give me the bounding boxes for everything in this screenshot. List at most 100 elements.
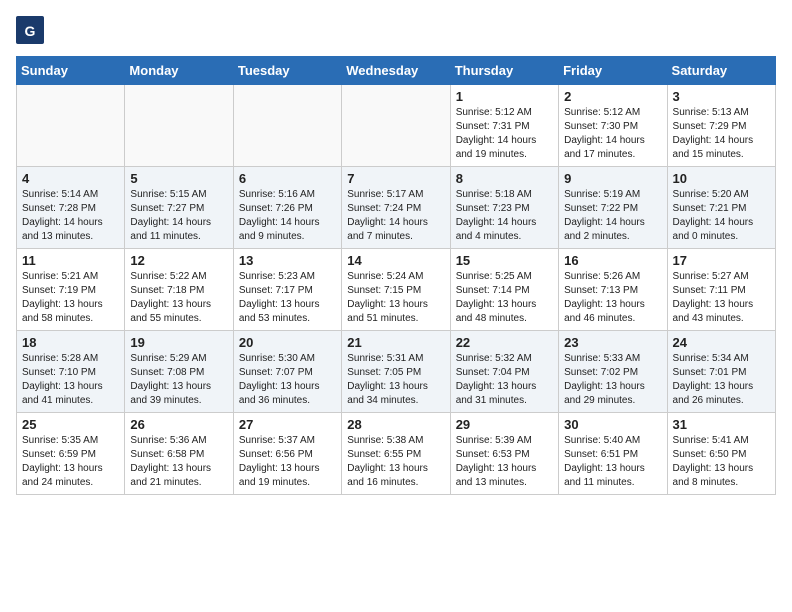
weekday-header-friday: Friday xyxy=(559,57,667,85)
day-number: 11 xyxy=(22,253,119,268)
calendar-cell xyxy=(125,85,233,167)
calendar-cell: 6 Sunrise: 5:16 AMSunset: 7:26 PMDaylight… xyxy=(233,167,341,249)
calendar-week-row: 11 Sunrise: 5:21 AMSunset: 7:19 PMDayligh… xyxy=(17,249,776,331)
day-number: 5 xyxy=(130,171,227,186)
calendar-cell: 14 Sunrise: 5:24 AMSunset: 7:15 PMDayligh… xyxy=(342,249,450,331)
calendar-cell: 26 Sunrise: 5:36 AMSunset: 6:58 PMDayligh… xyxy=(125,413,233,495)
day-number: 17 xyxy=(673,253,770,268)
day-info: Sunrise: 5:28 AMSunset: 7:10 PMDaylight:… xyxy=(22,352,119,408)
calendar-week-row: 4 Sunrise: 5:14 AMSunset: 7:28 PMDaylight… xyxy=(17,167,776,249)
day-info: Sunrise: 5:18 AMSunset: 7:23 PMDaylight:… xyxy=(456,188,553,244)
weekday-header-thursday: Thursday xyxy=(450,57,558,85)
day-info: Sunrise: 5:20 AMSunset: 7:21 PMDaylight:… xyxy=(673,188,770,244)
day-info: Sunrise: 5:19 AMSunset: 7:22 PMDaylight:… xyxy=(564,188,661,244)
calendar-cell: 1 Sunrise: 5:12 AMSunset: 7:31 PMDaylight… xyxy=(450,85,558,167)
day-info: Sunrise: 5:29 AMSunset: 7:08 PMDaylight:… xyxy=(130,352,227,408)
calendar-cell: 30Sunrise: 5:40 AMSunset: 6:51 PMDayligh… xyxy=(559,413,667,495)
day-info: Sunrise: 5:21 AMSunset: 7:19 PMDaylight:… xyxy=(22,270,119,326)
weekday-header-tuesday: Tuesday xyxy=(233,57,341,85)
day-info: Sunrise: 5:36 AMSunset: 6:58 PMDaylight:… xyxy=(130,434,227,490)
day-number: 9 xyxy=(564,171,661,186)
calendar-week-row: 18 Sunrise: 5:28 AMSunset: 7:10 PMDayligh… xyxy=(17,331,776,413)
day-info: Sunrise: 5:12 AMSunset: 7:31 PMDaylight:… xyxy=(456,106,553,162)
day-number: 1 xyxy=(456,89,553,104)
day-number: 30 xyxy=(564,417,661,432)
day-number: 18 xyxy=(22,335,119,350)
weekday-header-sunday: Sunday xyxy=(17,57,125,85)
logo: G xyxy=(16,16,46,44)
calendar-week-row: 1 Sunrise: 5:12 AMSunset: 7:31 PMDaylight… xyxy=(17,85,776,167)
calendar-cell: 25Sunrise: 5:35 AMSunset: 6:59 PMDayligh… xyxy=(17,413,125,495)
calendar-cell xyxy=(342,85,450,167)
day-number: 19 xyxy=(130,335,227,350)
calendar-cell: 2Sunrise: 5:12 AMSunset: 7:30 PMDaylight… xyxy=(559,85,667,167)
day-info: Sunrise: 5:13 AMSunset: 7:29 PMDaylight:… xyxy=(673,106,770,162)
calendar-cell: 3 Sunrise: 5:13 AMSunset: 7:29 PMDaylight… xyxy=(667,85,775,167)
day-number: 21 xyxy=(347,335,444,350)
svg-text:G: G xyxy=(25,23,36,39)
day-info: Sunrise: 5:31 AMSunset: 7:05 PMDaylight:… xyxy=(347,352,444,408)
day-info: Sunrise: 5:35 AMSunset: 6:59 PMDaylight:… xyxy=(22,434,119,490)
day-info: Sunrise: 5:17 AMSunset: 7:24 PMDaylight:… xyxy=(347,188,444,244)
day-info: Sunrise: 5:26 AMSunset: 7:13 PMDaylight:… xyxy=(564,270,661,326)
calendar-cell: 13Sunrise: 5:23 AMSunset: 7:17 PMDayligh… xyxy=(233,249,341,331)
calendar-table: SundayMondayTuesdayWednesdayThursdayFrid… xyxy=(16,56,776,495)
calendar-cell: 29 Sunrise: 5:39 AMSunset: 6:53 PMDayligh… xyxy=(450,413,558,495)
weekday-header-saturday: Saturday xyxy=(667,57,775,85)
day-number: 28 xyxy=(347,417,444,432)
calendar-cell: 24 Sunrise: 5:34 AMSunset: 7:01 PMDayligh… xyxy=(667,331,775,413)
day-info: Sunrise: 5:41 AMSunset: 6:50 PMDaylight:… xyxy=(673,434,770,490)
day-number: 10 xyxy=(673,171,770,186)
day-info: Sunrise: 5:38 AMSunset: 6:55 PMDaylight:… xyxy=(347,434,444,490)
calendar-cell: 19 Sunrise: 5:29 AMSunset: 7:08 PMDayligh… xyxy=(125,331,233,413)
day-number: 29 xyxy=(456,417,553,432)
day-number: 31 xyxy=(673,417,770,432)
day-number: 23 xyxy=(564,335,661,350)
calendar-cell: 28 Sunrise: 5:38 AMSunset: 6:55 PMDayligh… xyxy=(342,413,450,495)
day-number: 3 xyxy=(673,89,770,104)
day-info: Sunrise: 5:32 AMSunset: 7:04 PMDaylight:… xyxy=(456,352,553,408)
day-number: 16 xyxy=(564,253,661,268)
day-info: Sunrise: 5:23 AMSunset: 7:17 PMDaylight:… xyxy=(239,270,336,326)
day-info: Sunrise: 5:14 AMSunset: 7:28 PMDaylight:… xyxy=(22,188,119,244)
day-info: Sunrise: 5:33 AMSunset: 7:02 PMDaylight:… xyxy=(564,352,661,408)
weekday-header-wednesday: Wednesday xyxy=(342,57,450,85)
day-number: 26 xyxy=(130,417,227,432)
calendar-cell: 15Sunrise: 5:25 AMSunset: 7:14 PMDayligh… xyxy=(450,249,558,331)
day-info: Sunrise: 5:24 AMSunset: 7:15 PMDaylight:… xyxy=(347,270,444,326)
calendar-week-row: 25Sunrise: 5:35 AMSunset: 6:59 PMDayligh… xyxy=(17,413,776,495)
calendar-cell: 31 Sunrise: 5:41 AMSunset: 6:50 PMDayligh… xyxy=(667,413,775,495)
day-info: Sunrise: 5:37 AMSunset: 6:56 PMDaylight:… xyxy=(239,434,336,490)
calendar-cell: 12 Sunrise: 5:22 AMSunset: 7:18 PMDayligh… xyxy=(125,249,233,331)
calendar-header-row: SundayMondayTuesdayWednesdayThursdayFrid… xyxy=(17,57,776,85)
day-info: Sunrise: 5:22 AMSunset: 7:18 PMDaylight:… xyxy=(130,270,227,326)
calendar-cell: 18 Sunrise: 5:28 AMSunset: 7:10 PMDayligh… xyxy=(17,331,125,413)
day-number: 27 xyxy=(239,417,336,432)
weekday-header-monday: Monday xyxy=(125,57,233,85)
day-info: Sunrise: 5:16 AMSunset: 7:26 PMDaylight:… xyxy=(239,188,336,244)
day-number: 24 xyxy=(673,335,770,350)
day-number: 12 xyxy=(130,253,227,268)
calendar-cell: 20Sunrise: 5:30 AMSunset: 7:07 PMDayligh… xyxy=(233,331,341,413)
day-number: 8 xyxy=(456,171,553,186)
calendar-cell xyxy=(17,85,125,167)
calendar-cell: 9 Sunrise: 5:19 AMSunset: 7:22 PMDaylight… xyxy=(559,167,667,249)
day-number: 22 xyxy=(456,335,553,350)
day-number: 4 xyxy=(22,171,119,186)
calendar-cell: 17Sunrise: 5:27 AMSunset: 7:11 PMDayligh… xyxy=(667,249,775,331)
calendar-cell: 27 Sunrise: 5:37 AMSunset: 6:56 PMDayligh… xyxy=(233,413,341,495)
calendar-cell: 5 Sunrise: 5:15 AMSunset: 7:27 PMDaylight… xyxy=(125,167,233,249)
day-number: 15 xyxy=(456,253,553,268)
day-info: Sunrise: 5:15 AMSunset: 7:27 PMDaylight:… xyxy=(130,188,227,244)
logo-icon: G xyxy=(16,16,44,44)
calendar-cell: 22 Sunrise: 5:32 AMSunset: 7:04 PMDayligh… xyxy=(450,331,558,413)
calendar-cell xyxy=(233,85,341,167)
calendar-cell: 16 Sunrise: 5:26 AMSunset: 7:13 PMDayligh… xyxy=(559,249,667,331)
day-info: Sunrise: 5:39 AMSunset: 6:53 PMDaylight:… xyxy=(456,434,553,490)
day-number: 14 xyxy=(347,253,444,268)
calendar-cell: 10 Sunrise: 5:20 AMSunset: 7:21 PMDayligh… xyxy=(667,167,775,249)
day-number: 6 xyxy=(239,171,336,186)
day-number: 7 xyxy=(347,171,444,186)
day-number: 20 xyxy=(239,335,336,350)
day-info: Sunrise: 5:34 AMSunset: 7:01 PMDaylight:… xyxy=(673,352,770,408)
